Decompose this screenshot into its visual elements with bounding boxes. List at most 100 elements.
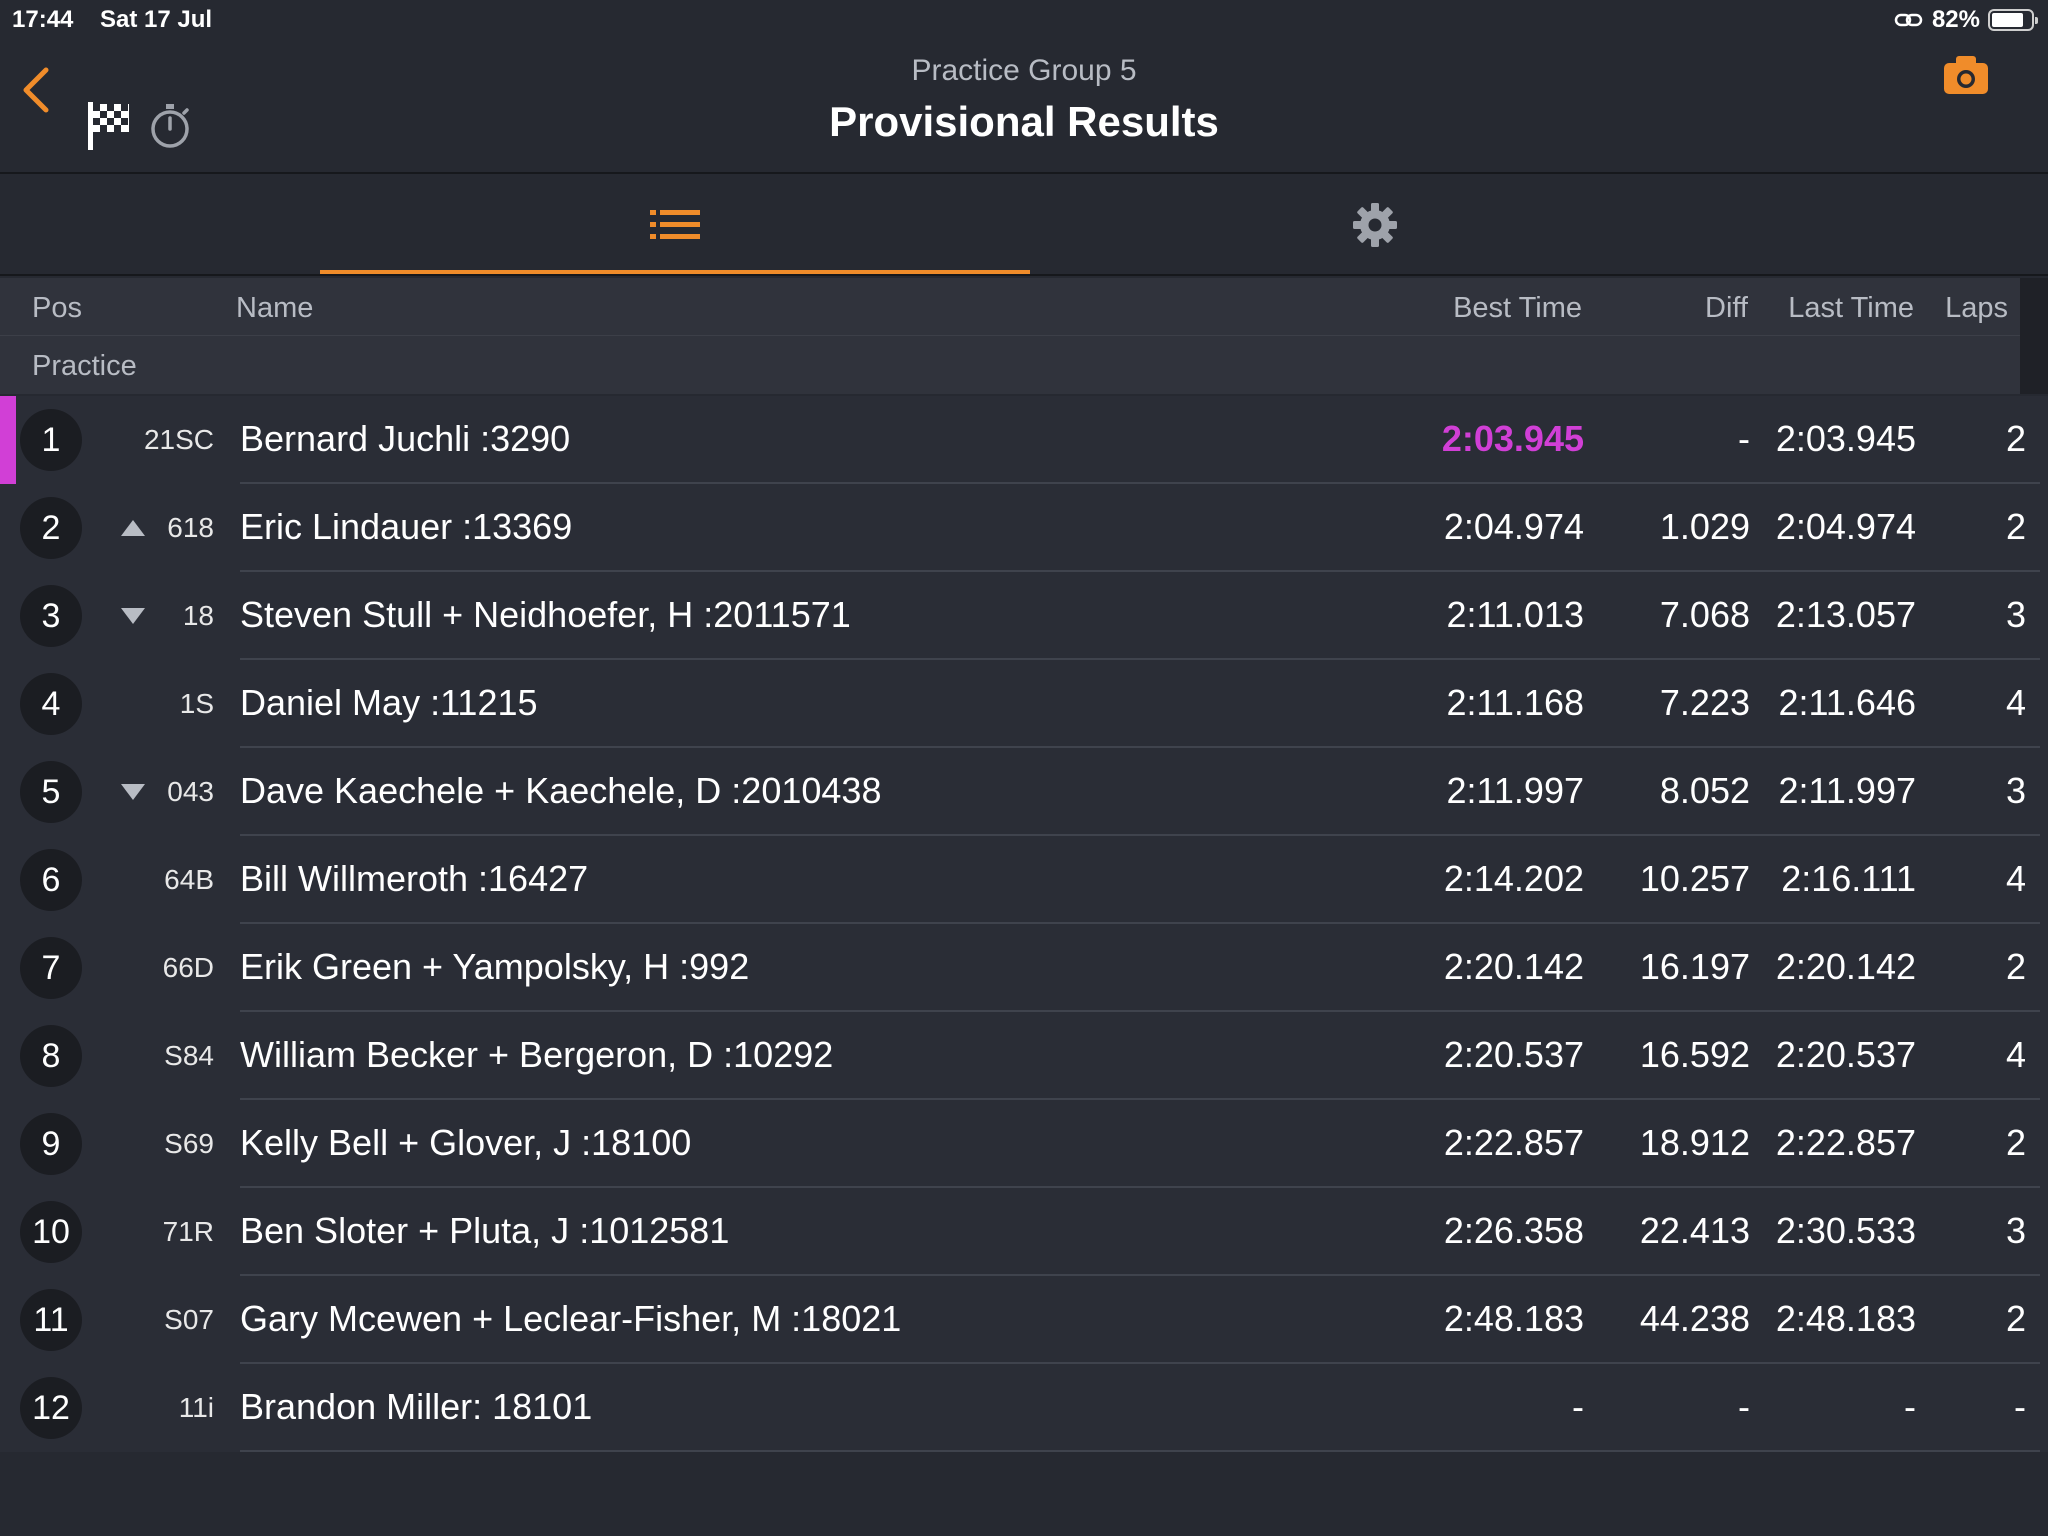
position-badge: 1 (20, 409, 82, 471)
column-name[interactable]: Name (236, 292, 313, 325)
car-number: 21SC (143, 424, 214, 455)
result-row[interactable]: 10 71R Ben Sloter + Pluta, J :1012581 2:26.… (0, 1188, 2048, 1276)
last-time: 2:20.142 (1775, 946, 1916, 987)
position-badge: 10 (20, 1201, 82, 1263)
best-time: 2:20.537 (1443, 1034, 1584, 1075)
lap-count: 3 (2005, 594, 2026, 635)
result-row[interactable]: 5 043 Dave Kaechele + Kaechele, D :2010438… (0, 748, 2048, 836)
tab-settings[interactable] (1020, 176, 1730, 274)
link-icon (1894, 13, 1923, 27)
lap-count: 2 (2005, 1122, 2026, 1163)
driver-name: Dave Kaechele + Kaechele, D :2010438 (240, 770, 882, 811)
result-row[interactable]: 12 11i Brandon Miller: 18101 - - - - (0, 1364, 2048, 1452)
time-diff: - (1738, 418, 1750, 459)
time-diff: - (1738, 1386, 1750, 1427)
best-time: 2:11.168 (1446, 682, 1584, 723)
column-best-time[interactable]: Best Time (1453, 292, 1582, 325)
time-diff: 22.413 (1639, 1210, 1750, 1251)
position-up-icon (121, 520, 145, 536)
car-number: 18 (182, 600, 214, 631)
camera-button[interactable] (1942, 54, 1990, 96)
position-badge: 4 (20, 673, 82, 735)
position-badge: 2 (20, 497, 82, 559)
column-diff[interactable]: Diff (1705, 292, 1748, 325)
position-down-icon (121, 784, 145, 800)
column-header-row: Pos Name Best Time Diff Last Time Laps (0, 278, 2020, 336)
result-row[interactable]: 2 618 Eric Lindauer :13369 2:04.974 1.029 2:0… (0, 484, 2048, 572)
row-divider (240, 1450, 2040, 1452)
driver-name: Eric Lindauer :13369 (240, 506, 573, 547)
last-time: 2:16.111 (1781, 858, 1916, 899)
lap-count: 2 (2005, 418, 2026, 459)
driver-name: Erik Green + Yampolsky, H :992 (240, 946, 750, 987)
last-time: 2:04.974 (1775, 506, 1916, 547)
position-badge: 12 (20, 1377, 82, 1439)
time-diff: 8.052 (1659, 770, 1750, 811)
result-row[interactable]: 11 S07 Gary Mcewen + Leclear-Fisher, M :18… (0, 1276, 2048, 1364)
car-number: 66D (162, 952, 214, 983)
page-title: Provisional Results (829, 98, 1219, 145)
driver-name: Daniel May :11215 (240, 682, 538, 723)
column-pos[interactable]: Pos (32, 292, 82, 325)
driver-name: Bill Willmeroth :16427 (240, 858, 589, 899)
best-time: 2:04.974 (1443, 506, 1584, 547)
result-row[interactable]: 1 21SC Bernard Juchli :3290 2:03.945-2:03.9… (0, 396, 2048, 484)
result-row[interactable]: 3 18 Steven Stull + Neidhoefer, H :2011571… (0, 572, 2048, 660)
fastest-marker (0, 396, 16, 484)
last-time: 2:22.857 (1775, 1122, 1916, 1163)
lap-count: 3 (2005, 770, 2026, 811)
battery-percent: 82% (1931, 6, 1980, 33)
position-badge: 8 (20, 1025, 82, 1087)
status-time: 17:44 (12, 6, 74, 33)
results-list: 1 21SC Bernard Juchli :3290 2:03.945-2:03.9… (0, 396, 2048, 1452)
time-diff: 1.029 (1659, 506, 1750, 547)
lap-count: 4 (2005, 858, 2026, 899)
result-row[interactable]: 9 S69 Kelly Bell + Glover, J :18100 2:22.85… (0, 1100, 2048, 1188)
best-time: 2:11.997 (1446, 770, 1584, 811)
lap-count: 2 (2005, 506, 2026, 547)
camera-icon (1944, 56, 1988, 94)
car-number: 1S (179, 688, 214, 719)
result-row[interactable]: 7 66D Erik Green + Yampolsky, H :992 2:20.1… (0, 924, 2048, 1012)
list-icon (650, 210, 700, 239)
time-diff: 16.592 (1639, 1034, 1750, 1075)
best-time: 2:03.945 (1441, 418, 1584, 459)
last-time: 2:48.183 (1775, 1298, 1916, 1339)
driver-name: Bernard Juchli :3290 (240, 418, 571, 459)
driver-name: Gary Mcewen + Leclear-Fisher, M :18021 (240, 1298, 902, 1339)
status-bar: 17:44 Sat 17 Jul 82% (0, 0, 2048, 40)
tab-results-list[interactable] (320, 176, 1030, 274)
result-row[interactable]: 4 1S Daniel May :11215 2:11.168 7.223 2:11.64… (0, 660, 2048, 748)
last-time: 2:03.945 (1775, 418, 1916, 459)
best-time: - (1572, 1386, 1584, 1427)
car-number: S07 (164, 1304, 214, 1335)
result-row[interactable]: 8 S84 William Becker + Bergeron, D :10292 2… (0, 1012, 2048, 1100)
car-number: S84 (164, 1040, 214, 1071)
column-laps[interactable]: Laps (1945, 292, 2008, 325)
driver-name: Steven Stull + Neidhoefer, H :2011571 (240, 594, 851, 635)
time-diff: 10.257 (1639, 858, 1750, 899)
best-time: 2:22.857 (1443, 1122, 1584, 1163)
best-time: 2:20.142 (1443, 946, 1584, 987)
column-last-time[interactable]: Last Time (1788, 292, 1914, 325)
result-row[interactable]: 6 64B Bill Willmeroth :16427 2:14.202 10.257… (0, 836, 2048, 924)
car-number: 64B (164, 864, 214, 895)
navigation-bar: Practice Group 5 Provisional Results (0, 40, 2048, 174)
lap-count: 4 (2005, 682, 2026, 723)
tab-bar (0, 176, 2048, 276)
car-number: 043 (167, 776, 214, 807)
driver-name: Kelly Bell + Glover, J :18100 (240, 1122, 692, 1163)
last-time: 2:11.997 (1778, 770, 1916, 811)
best-time: 2:11.013 (1446, 594, 1584, 635)
last-time: - (1904, 1386, 1916, 1427)
last-time: 2:13.057 (1775, 594, 1916, 635)
lap-count: 2 (2005, 1298, 2026, 1339)
time-diff: 44.238 (1639, 1298, 1750, 1339)
lap-count: 2 (2005, 946, 2026, 987)
last-time: 2:20.537 (1775, 1034, 1916, 1075)
driver-name: Brandon Miller: 18101 (240, 1386, 593, 1427)
header-scroll-strip (2020, 278, 2048, 394)
car-number: 11i (178, 1392, 214, 1423)
status-right: 82% (1894, 6, 2038, 34)
last-time: 2:30.533 (1775, 1210, 1916, 1251)
